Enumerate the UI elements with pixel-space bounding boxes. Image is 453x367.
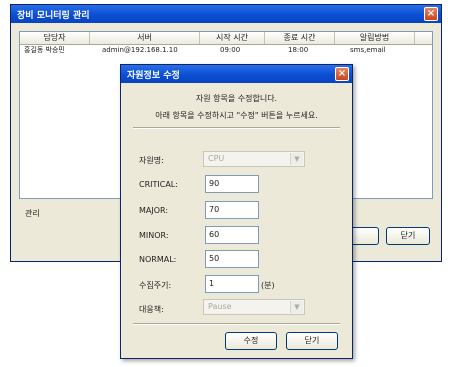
dialog-message-line1: 자원 항목을 수정합니다. [195,94,278,103]
table-row[interactable]: 홍길동 박승민 admin@192.168.1.10 09:00 18:00 s… [20,45,432,55]
chevron-down-icon: ▼ [290,301,303,313]
cell-manager: 홍길동 박승민 [24,46,65,54]
close-icon: × [426,8,436,19]
interval-input[interactable]: 1 [205,275,259,293]
resource-type-label: 자원명: [139,156,164,165]
close-icon: × [337,68,347,79]
dialog-titlebar[interactable]: 자원정보 수정 × [121,65,352,83]
resource-type-value: CPU [208,154,225,163]
normal-input[interactable]: 50 [205,250,259,268]
method-label: 대응책: [139,305,164,314]
main-titlebar[interactable]: 장비 모니터링 관리 × [11,5,441,23]
method-value: Pause [208,302,232,311]
edit-resource-dialog: 자원정보 수정 × 자원 항목을 수정합니다. 아래 항목을 수정하시고 "수정… [120,64,353,359]
minor-input[interactable]: 60 [205,226,259,244]
minor-label: MINOR: [139,231,169,240]
column-header-alert-method[interactable]: 알림방법 [335,32,415,44]
close-button[interactable]: 닫기 [286,332,338,350]
main-window-title: 장비 모니터링 관리 [17,11,90,21]
column-header-start-time[interactable]: 시작 시간 [200,32,265,44]
main-close-button[interactable]: × [424,7,438,21]
major-label: MAJOR: [139,206,169,215]
cell-alert-method: sms,email [350,46,386,54]
chevron-down-icon: ▼ [290,153,303,165]
button-divider [133,323,340,325]
message-divider [133,127,340,129]
modify-button[interactable]: 수정 [225,332,277,350]
column-header-manager[interactable]: 담당자 [20,32,90,44]
cell-start-time: 09:00 [220,46,241,54]
column-header-server[interactable]: 서버 [90,32,200,44]
resource-type-combo: CPU ▼ [203,151,305,167]
method-combo: Pause ▼ [203,299,305,315]
status-label: 관리 [25,209,40,218]
interval-label: 수집주기: [139,281,172,290]
dialog-title: 자원정보 수정 [127,71,180,81]
column-header-end-time[interactable]: 종료 시간 [265,32,335,44]
dialog-message-line2: 아래 항목을 수정하시고 "수정" 버튼을 누르세요. [155,111,318,120]
cell-server: admin@192.168.1.10 [102,46,178,54]
normal-label: NORMAL: [139,255,177,264]
major-input[interactable]: 70 [205,201,259,219]
main-close-text-button[interactable]: 닫기 [386,227,430,245]
critical-label: CRITICAL: [139,180,178,189]
critical-input[interactable]: 90 [205,175,259,193]
cell-end-time: 18:00 [288,46,309,54]
interval-unit: (분) [261,281,275,290]
list-header: 담당자 서버 시작 시간 종료 시간 알림방법 [20,32,432,45]
dialog-close-button[interactable]: × [335,67,349,81]
